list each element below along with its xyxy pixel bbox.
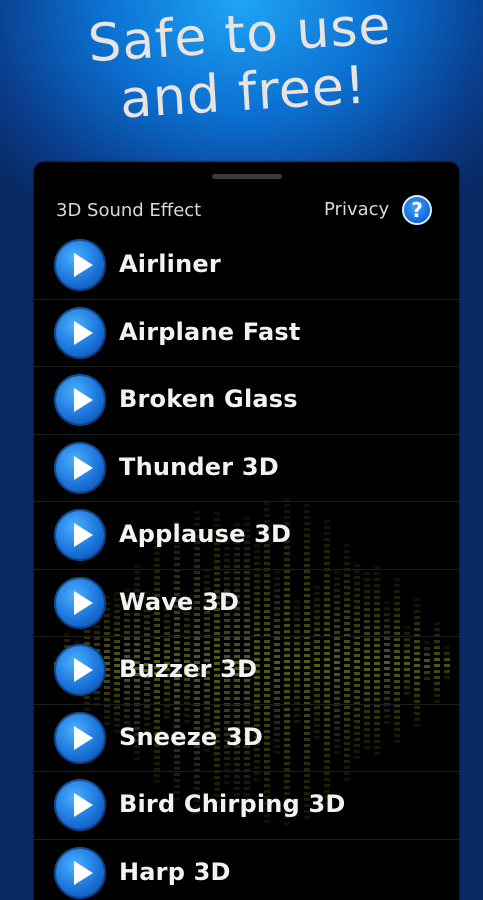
sound-label: Broken Glass bbox=[119, 385, 298, 413]
play-icon[interactable] bbox=[54, 441, 106, 494]
help-icon[interactable]: ? bbox=[402, 195, 432, 225]
app-header: 3D Sound Effect Privacy ? bbox=[34, 192, 459, 232]
sound-label: Thunder 3D bbox=[119, 452, 279, 481]
sound-label: Bird Chirping 3D bbox=[119, 790, 346, 818]
sound-list-item[interactable]: Airliner bbox=[34, 232, 459, 300]
play-icon[interactable] bbox=[54, 846, 106, 899]
sound-label: Buzzer 3D bbox=[119, 655, 258, 683]
sound-list-item[interactable]: Broken Glass bbox=[34, 367, 459, 435]
sound-label: Wave 3D bbox=[119, 587, 240, 616]
sound-list-item[interactable]: Buzzer 3D bbox=[34, 637, 459, 705]
play-icon[interactable] bbox=[54, 779, 106, 831]
sound-label: Sneeze 3D bbox=[119, 722, 263, 751]
sound-list-item[interactable]: Harp 3D bbox=[34, 840, 459, 900]
sound-label: Airplane Fast bbox=[119, 317, 301, 346]
sound-label: Applause 3D bbox=[119, 520, 292, 548]
play-icon[interactable] bbox=[54, 576, 106, 629]
privacy-link[interactable]: Privacy bbox=[324, 199, 389, 220]
sound-list-item[interactable]: Airplane Fast bbox=[34, 300, 459, 367]
play-icon[interactable] bbox=[54, 306, 106, 359]
play-icon[interactable] bbox=[54, 644, 106, 696]
sound-list-item[interactable]: Wave 3D bbox=[34, 570, 459, 637]
play-icon[interactable] bbox=[54, 509, 106, 561]
sound-label: Harp 3D bbox=[119, 857, 231, 886]
sound-list-item[interactable]: Sneeze 3D bbox=[34, 705, 459, 772]
drag-handle[interactable] bbox=[212, 174, 282, 179]
app-title: 3D Sound Effect bbox=[56, 200, 202, 221]
sound-list-item[interactable]: Thunder 3D bbox=[34, 435, 459, 502]
play-icon[interactable] bbox=[54, 239, 106, 291]
sound-list-item[interactable]: Applause 3D bbox=[34, 502, 459, 570]
promo-headline: Safe to use and free! bbox=[0, 0, 483, 137]
play-icon[interactable] bbox=[54, 711, 106, 764]
play-icon[interactable] bbox=[54, 374, 106, 426]
sound-label: Airliner bbox=[119, 250, 221, 278]
app-panel: 3D Sound Effect Privacy ? Airliner Airpla… bbox=[34, 162, 459, 900]
sound-list: Airliner Airplane Fast Broken Glass Thunder… bbox=[34, 232, 459, 900]
sound-list-item[interactable]: Bird Chirping 3D bbox=[34, 772, 459, 840]
